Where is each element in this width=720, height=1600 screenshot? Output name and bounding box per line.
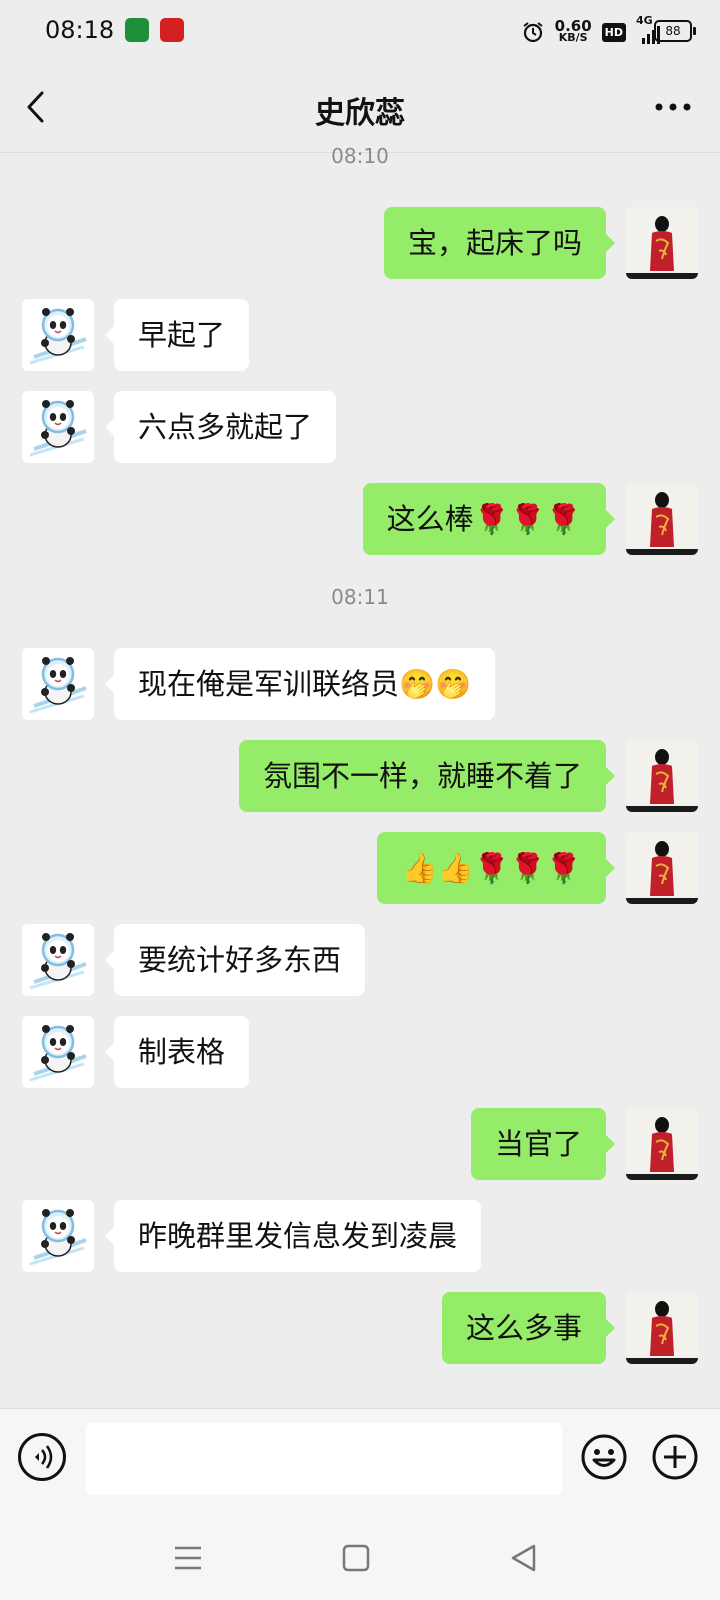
received-message-bubble[interactable]: 制表格 bbox=[104, 1016, 250, 1088]
sent-message-bubble[interactable]: 氛围不一样，就睡不着了 bbox=[238, 740, 616, 812]
contact-avatar[interactable] bbox=[22, 391, 94, 463]
received-message-bubble[interactable]: 昨晚群里发信息发到凌晨 bbox=[104, 1200, 482, 1272]
menu-icon[interactable] bbox=[172, 1542, 204, 1574]
input-bar bbox=[0, 1408, 720, 1525]
received-message-bubble[interactable]: 早起了 bbox=[104, 299, 250, 371]
battery-icon: 88 bbox=[654, 20, 696, 42]
own-avatar[interactable] bbox=[626, 1108, 698, 1180]
message-row-received: 要统计好多东西 bbox=[0, 924, 720, 996]
contact-avatar[interactable] bbox=[22, 648, 94, 720]
back-triangle-icon[interactable] bbox=[508, 1542, 540, 1574]
network-type: 4G bbox=[636, 14, 653, 27]
system-nav-bar bbox=[0, 1524, 720, 1600]
alarm-icon bbox=[523, 22, 543, 43]
contact-avatar[interactable] bbox=[22, 1016, 94, 1088]
message-row-sent: 当官了 bbox=[0, 1108, 720, 1180]
more-icon[interactable] bbox=[654, 102, 692, 112]
app-badge-icon bbox=[125, 18, 149, 42]
sent-message-bubble[interactable]: 这么棒🌹🌹🌹 bbox=[362, 483, 616, 555]
own-avatar[interactable] bbox=[626, 740, 698, 812]
emoji-icon[interactable] bbox=[580, 1433, 628, 1481]
hd-badge: HD bbox=[601, 22, 626, 42]
message-row-received: 早起了 bbox=[0, 299, 720, 371]
timestamp: 08:11 bbox=[331, 585, 389, 609]
received-message-bubble[interactable]: 现在俺是军训联络员🤭🤭 bbox=[104, 648, 496, 720]
contact-avatar[interactable] bbox=[22, 924, 94, 996]
message-list[interactable]: 08:10 宝，起床了吗早起了六点多就起了 这么棒🌹🌹🌹 08:11 现在俺是军训联络员… bbox=[0, 144, 720, 1408]
message-row-received: 昨晚群里发信息发到凌晨 bbox=[0, 1200, 720, 1272]
status-bar: 08:18 0.60 KB/S HD 4G 88 bbox=[0, 0, 720, 62]
message-row-received: 六点多就起了 bbox=[0, 391, 720, 463]
plus-icon[interactable] bbox=[651, 1433, 699, 1481]
status-indicators: 0.60 KB/S HD 4G bbox=[521, 14, 660, 46]
app-badge-icon bbox=[160, 18, 184, 42]
message-row-received: 现在俺是军训联络员🤭🤭 bbox=[0, 648, 720, 720]
sent-message-bubble[interactable]: 宝，起床了吗 bbox=[383, 207, 616, 279]
voice-icon[interactable] bbox=[18, 1433, 66, 1481]
contact-avatar[interactable] bbox=[22, 1200, 94, 1272]
home-icon[interactable] bbox=[340, 1542, 372, 1574]
own-avatar[interactable] bbox=[626, 207, 698, 279]
timestamp: 08:10 bbox=[331, 144, 389, 168]
message-row-sent: 氛围不一样，就睡不着了 bbox=[0, 740, 720, 812]
message-row-sent: 这么棒🌹🌹🌹 bbox=[0, 483, 720, 555]
received-message-bubble[interactable]: 六点多就起了 bbox=[104, 391, 337, 463]
chat-title: 史欣蕊 bbox=[315, 96, 405, 131]
status-time: 08:18 bbox=[45, 16, 115, 44]
chat-header: 史欣蕊 bbox=[0, 62, 720, 153]
message-input[interactable] bbox=[86, 1423, 562, 1495]
message-row-sent: 这么多事 bbox=[0, 1292, 720, 1364]
message-row-sent: 👍👍🌹🌹🌹 bbox=[0, 832, 720, 904]
sent-message-bubble[interactable]: 👍👍🌹🌹🌹 bbox=[377, 832, 615, 904]
contact-avatar[interactable] bbox=[22, 299, 94, 371]
own-avatar[interactable] bbox=[626, 832, 698, 904]
own-avatar[interactable] bbox=[626, 1292, 698, 1364]
battery-level: 88 bbox=[665, 24, 681, 38]
received-message-bubble[interactable]: 要统计好多东西 bbox=[104, 924, 366, 996]
own-avatar[interactable] bbox=[626, 483, 698, 555]
net-speed: 0.60 KB/S bbox=[555, 19, 592, 44]
net-speed-unit: KB/S bbox=[558, 31, 588, 44]
message-row-sent: 宝，起床了吗 bbox=[0, 207, 720, 279]
sent-message-bubble[interactable]: 这么多事 bbox=[441, 1292, 616, 1364]
sent-message-bubble[interactable]: 当官了 bbox=[470, 1108, 616, 1180]
message-row-received: 制表格 bbox=[0, 1016, 720, 1088]
